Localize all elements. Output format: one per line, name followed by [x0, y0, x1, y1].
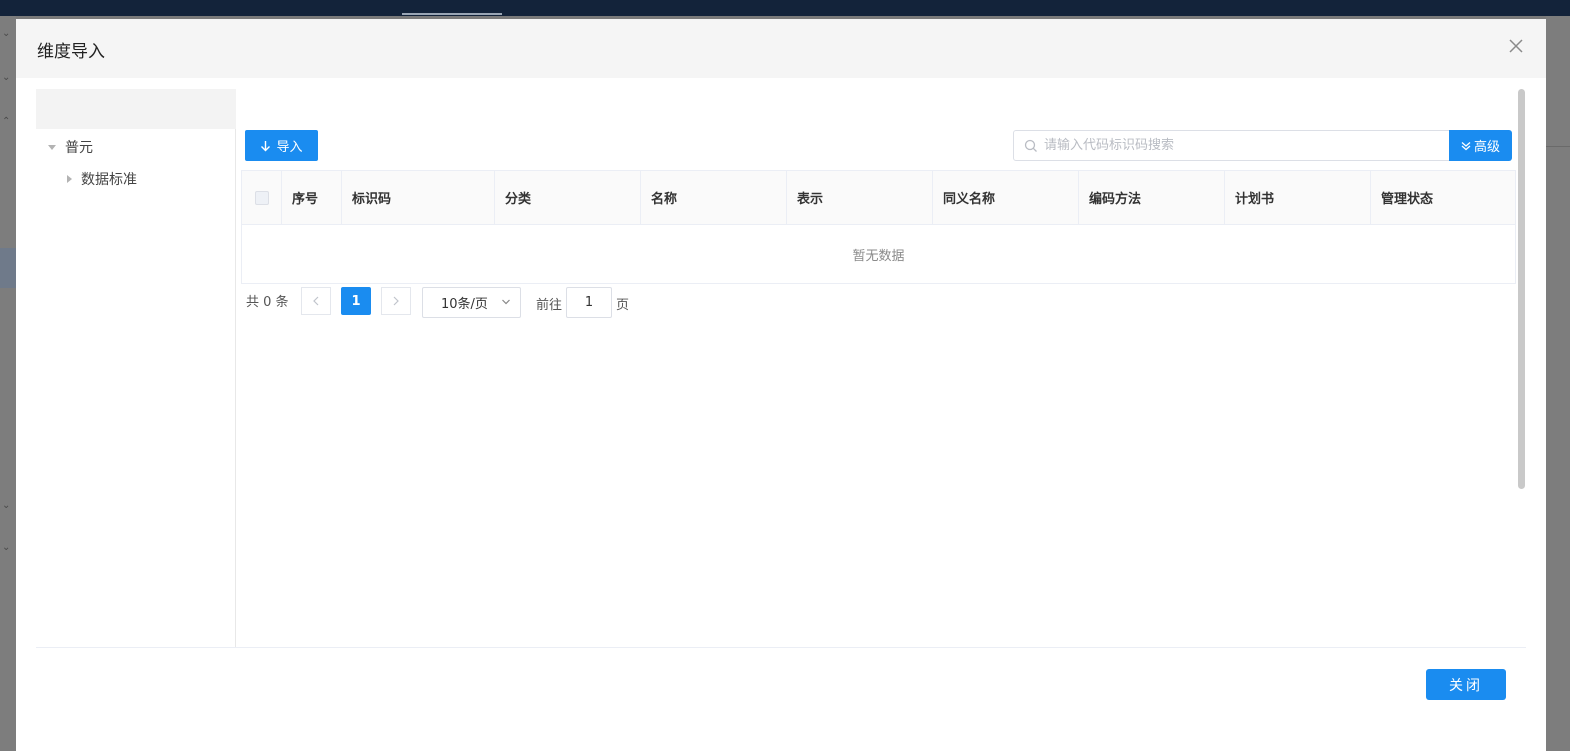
- column-header[interactable]: 编码方法: [1079, 171, 1225, 224]
- table-empty-text: 暂无数据: [852, 248, 905, 264]
- next-page-button[interactable]: [381, 287, 411, 315]
- search-box: [1013, 130, 1450, 161]
- column-header[interactable]: 序号: [282, 171, 342, 224]
- table-header: 序号 标识码 分类 名称 表示 同义名称 编码方法 计划书 管理状态: [242, 171, 1515, 225]
- column-header[interactable]: 同义名称: [933, 171, 1079, 224]
- background-right-strip: [1546, 16, 1570, 751]
- chevron-down-icon: ⌄: [2, 72, 11, 83]
- background-divider: [1546, 146, 1570, 147]
- goto-label: 前往: [536, 298, 563, 313]
- tree-node-label: 数据标准: [81, 172, 137, 188]
- column-header[interactable]: 管理状态: [1371, 171, 1515, 224]
- page-size-select[interactable]: 10条/页: [422, 287, 521, 318]
- advanced-label: 高级: [1473, 140, 1500, 155]
- caret-down-icon[interactable]: [48, 144, 56, 150]
- import-label: 导入: [276, 140, 303, 155]
- advanced-search-button[interactable]: 高级: [1449, 130, 1512, 161]
- pagination-total: 共 0 条: [246, 295, 289, 310]
- category-tree-panel: 普元 数据标准: [36, 89, 236, 647]
- goto-page-input[interactable]: [566, 287, 612, 318]
- page-unit-label: 页: [616, 298, 630, 313]
- close-button[interactable]: 关闭: [1426, 669, 1506, 700]
- chevron-left-icon: [313, 296, 319, 306]
- column-header[interactable]: 计划书: [1225, 171, 1371, 224]
- tree-node-data-standard[interactable]: 数据标准: [67, 169, 137, 189]
- footer-divider: [36, 647, 1526, 648]
- column-header[interactable]: 名称: [641, 171, 787, 224]
- search-icon: [1024, 139, 1037, 152]
- import-button[interactable]: 导入: [245, 130, 318, 161]
- background-tab-underline: [402, 13, 502, 15]
- chevron-down-icon: ⌄: [2, 542, 11, 553]
- column-header[interactable]: 标识码: [342, 171, 495, 224]
- chevron-up-icon: ⌃: [2, 116, 11, 127]
- select-all-checkbox[interactable]: [254, 190, 269, 205]
- dimension-import-dialog: 维度导入 普元 数据标准 导入 高级: [16, 19, 1546, 751]
- close-icon[interactable]: [1506, 36, 1526, 56]
- chevron-down-icon: ⌄: [2, 500, 11, 511]
- chevron-right-icon: [393, 296, 399, 306]
- dimension-table: 序号 标识码 分类 名称 表示 同义名称 编码方法 计划书 管理状态 暂无数据: [241, 170, 1516, 284]
- dialog-scrollbar[interactable]: [1518, 89, 1525, 489]
- chevron-down-icon: ⌄: [2, 28, 11, 39]
- search-input[interactable]: [1038, 131, 1449, 160]
- dialog-header: 维度导入: [16, 19, 1546, 78]
- tree-node-label: 普元: [65, 140, 93, 156]
- background-left-strip: ⌄ ⌄ ⌃ ⌄ ⌄: [0, 16, 16, 751]
- background-selected-row: [0, 248, 16, 288]
- select-all-cell: [242, 171, 282, 224]
- page-number-active[interactable]: 1: [341, 287, 371, 315]
- double-chevron-down-icon: [1461, 141, 1471, 150]
- column-header[interactable]: 表示: [787, 171, 933, 224]
- background-top-bar: [0, 0, 1570, 16]
- page-size-value: 10条/页: [441, 297, 488, 312]
- caret-right-icon[interactable]: [67, 175, 72, 183]
- chevron-down-icon: [502, 299, 510, 305]
- tree-node-puyuan[interactable]: 普元: [48, 137, 93, 157]
- column-header[interactable]: 分类: [495, 171, 641, 224]
- dialog-title: 维度导入: [37, 42, 105, 62]
- arrow-down-icon: [261, 140, 271, 151]
- tree-filter-area: [36, 89, 236, 129]
- prev-page-button[interactable]: [301, 287, 331, 315]
